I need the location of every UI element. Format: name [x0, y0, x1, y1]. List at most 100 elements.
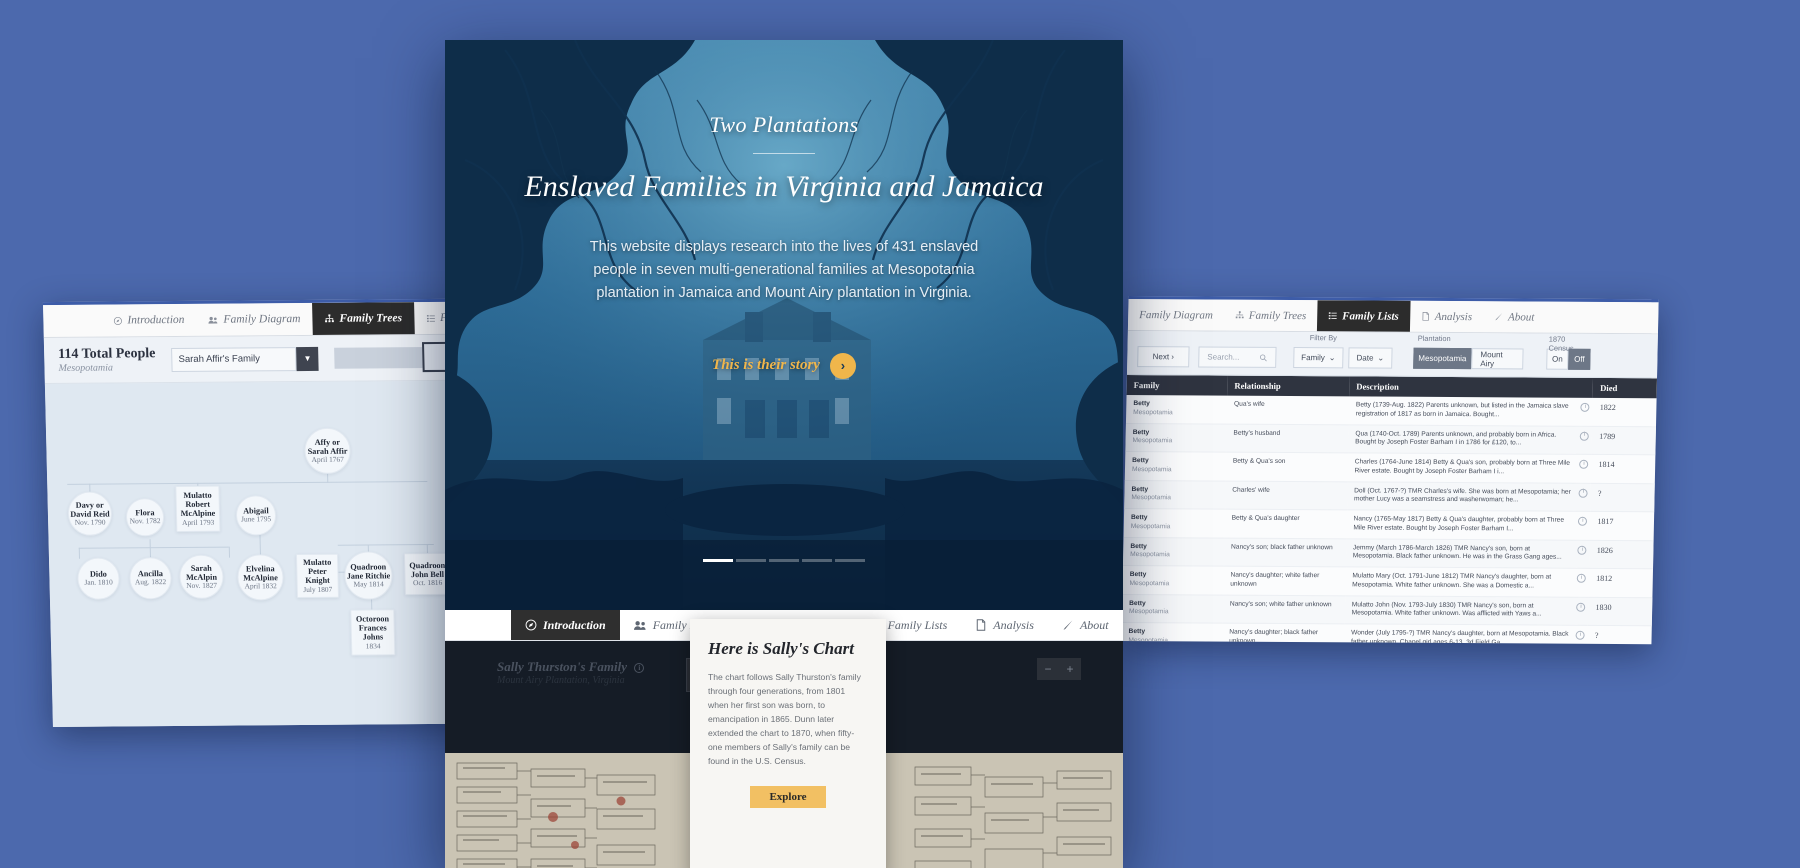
info-icon[interactable]: i: [1577, 573, 1587, 583]
table-row[interactable]: Betty Mesopotamia Betty's husband Qua (1740…: [1125, 423, 1657, 455]
hero-section: Two Plantations Enslaved Families in Vir…: [445, 40, 1123, 610]
cell-relationship: Charles' wife: [1224, 480, 1348, 510]
filter-by-group[interactable]: Filter By Family ⌄ Date ⌄: [1293, 333, 1393, 369]
family-tree-node[interactable]: Affy or Sarah Affir April 1767: [303, 427, 352, 474]
family-tree-node[interactable]: Mulatto Peter Knight July 1807: [295, 553, 339, 599]
cell-died: ?: [1587, 625, 1652, 645]
sidebar-item-about[interactable]: About: [1483, 301, 1546, 332]
compass-icon: [113, 316, 122, 325]
introduction-window[interactable]: Two Plantations Enslaved Families in Vir…: [445, 40, 1123, 868]
info-icon[interactable]: i: [1579, 459, 1589, 469]
sidebar-item-introduction[interactable]: Introduction: [101, 304, 197, 337]
family-lists-toolbar[interactable]: Next › Search... Filter By Family ⌄ Date ⌄…: [1126, 331, 1658, 379]
node-date: June 1795: [240, 514, 272, 524]
tab-introduction[interactable]: Introduction: [511, 610, 620, 640]
sidebar-item-family-trees[interactable]: Family Trees: [1224, 300, 1318, 332]
info-icon[interactable]: i: [1576, 602, 1586, 612]
plantation-option-mesopotamia[interactable]: Mesopotamia: [1413, 347, 1472, 370]
cell-relationship: Betty & Qua's daughter: [1224, 509, 1347, 539]
family-tree-node[interactable]: Dido Jan. 1810: [76, 557, 120, 600]
node-date: Oct. 1816: [412, 577, 443, 588]
next-button[interactable]: Next ›: [1137, 346, 1190, 368]
family-lists-window[interactable]: Family Diagram Family Trees Family Lists…: [1121, 296, 1659, 645]
sidebar-item-family-diagram[interactable]: Family Diagram: [1128, 299, 1224, 331]
card-title: Here is Sally's Chart: [708, 639, 854, 658]
people-icon: [208, 316, 218, 324]
family-tree-node[interactable]: Octoroon Frances Johns 1834: [350, 609, 396, 656]
carousel-indicator[interactable]: [445, 559, 1123, 562]
sallys-chart-card[interactable]: Here is Sally's Chart The chart follows …: [690, 619, 886, 868]
info-icon[interactable]: i: [634, 663, 645, 674]
zoom-in-button[interactable]: +: [1059, 658, 1081, 680]
search-input[interactable]: Search...: [1198, 346, 1277, 368]
plantation-toggle-group[interactable]: Plantation Mesopotamia Mount Airy: [1413, 334, 1524, 370]
info-icon[interactable]: i: [1577, 545, 1587, 555]
node-date: April 1767: [311, 454, 344, 464]
sidebar-item-family-lists[interactable]: Family Lists: [1316, 300, 1411, 332]
info-icon[interactable]: i: [1578, 488, 1589, 498]
nav-label: Family Diagram: [223, 313, 301, 326]
family-tree-node[interactable]: Ancilla Aug. 1822: [128, 557, 172, 600]
family-tree-node[interactable]: Quadroon John Bell Oct. 1816: [403, 552, 451, 596]
column-header-died[interactable]: Died: [1592, 377, 1658, 399]
this-is-their-story-button[interactable]: This is their story ›: [712, 352, 856, 379]
chart-viewer[interactable]: Sally Thurston's Family i Mount Airy Pla…: [445, 619, 1123, 868]
tab-analysis[interactable]: Analysis: [961, 610, 1048, 640]
table-row[interactable]: Betty Mesopotamia Nancy's son; black fathe…: [1122, 537, 1654, 569]
info-icon[interactable]: i: [1580, 431, 1590, 441]
zoom-controls[interactable]: − +: [1037, 658, 1081, 680]
zoom-out-button[interactable]: −: [1037, 658, 1059, 680]
carousel-dot[interactable]: [835, 559, 865, 562]
node-date: Nov. 1782: [129, 516, 161, 526]
info-icon[interactable]: i: [1578, 516, 1588, 526]
cell-description: Qua (1740-Oct. 1789) Parents unknown, an…: [1347, 424, 1593, 455]
column-header-relationship[interactable]: Relationship: [1227, 375, 1350, 397]
tree-connector: [337, 543, 434, 546]
table-row[interactable]: Betty Mesopotamia Nancy's daughter; black …: [1121, 622, 1652, 645]
sidebar-item-family-diagram[interactable]: Family Diagram: [196, 303, 313, 336]
census-toggle-group[interactable]: 1870 Census On Off: [1546, 335, 1591, 370]
table-row[interactable]: Betty Mesopotamia Betty & Qua's son Charles…: [1124, 451, 1656, 484]
node-date: April 1832: [244, 581, 277, 591]
explore-button[interactable]: Explore: [750, 786, 826, 809]
info-icon[interactable]: i: [1575, 630, 1586, 641]
carousel-dot[interactable]: [769, 559, 799, 562]
chevron-down-icon: ▼: [296, 346, 319, 371]
family-tree-node[interactable]: Davy or David Reid Nov. 1790: [67, 491, 113, 536]
node-date: 1834: [365, 641, 381, 651]
carousel-dot[interactable]: [802, 559, 832, 562]
table-row[interactable]: Betty Mesopotamia Charles' wife Doll (Oct. …: [1124, 480, 1655, 512]
table-row[interactable]: Betty Mesopotamia Qua's wife Betty (1739-Au…: [1125, 395, 1657, 427]
table-row[interactable]: Betty Mesopotamia Betty & Qua's daughter Na…: [1123, 508, 1655, 541]
carousel-dot[interactable]: [736, 559, 766, 562]
plantation-option-mount-airy[interactable]: Mount Airy: [1471, 348, 1524, 370]
info-icon[interactable]: i: [1580, 402, 1590, 412]
table-row[interactable]: Betty Mesopotamia Nancy's son; white fathe…: [1121, 594, 1653, 626]
nav-label: Analysis: [1434, 310, 1473, 323]
column-header-description[interactable]: Description: [1349, 376, 1594, 398]
family-select[interactable]: Sarah Affir's Family ▼: [171, 346, 319, 372]
table-body[interactable]: Betty Mesopotamia Qua's wife Betty (1739-Au…: [1121, 395, 1657, 645]
family-tree-node[interactable]: Sarah McAlpin Nov. 1827: [178, 554, 224, 599]
family-tree-node[interactable]: Mulatto Robert McAlpine April 1793: [175, 485, 221, 532]
family-tree-node[interactable]: Quadroon Jane Ritchie May 1814: [343, 551, 394, 600]
right-panel-nav[interactable]: Family Diagram Family Trees Family Lists…: [1127, 299, 1659, 335]
family-tree-node[interactable]: Elvelina McAlpine April 1832: [236, 554, 285, 601]
column-header-family[interactable]: Family: [1126, 375, 1228, 396]
cell-family: Betty Mesopotamia: [1125, 423, 1227, 453]
tab-about[interactable]: About: [1048, 610, 1123, 640]
carousel-dot[interactable]: [703, 559, 733, 562]
family-tree-node[interactable]: Abigail June 1795: [235, 495, 277, 536]
sidebar-item-family-trees[interactable]: Family Trees: [312, 302, 415, 335]
cell-description: Charles (1764-June 1814) Betty & Qua's s…: [1347, 452, 1592, 483]
filter-family-dropdown[interactable]: Family ⌄: [1293, 347, 1344, 369]
sidebar-item-analysis[interactable]: Analysis: [1409, 301, 1483, 332]
family-lists-table[interactable]: Family Relationship Description Died Betty M…: [1121, 375, 1658, 645]
cell-family: Betty Mesopotamia: [1125, 395, 1228, 424]
node-name: Sarah McAlpin: [185, 563, 218, 582]
cell-relationship: Betty's husband: [1226, 423, 1349, 453]
filter-date-dropdown[interactable]: Date ⌄: [1348, 347, 1393, 369]
table-row[interactable]: Betty Mesopotamia Nancy's daughter; white …: [1122, 565, 1654, 598]
family-tree-node[interactable]: Flora Nov. 1782: [125, 498, 165, 537]
document-icon: [977, 619, 986, 631]
